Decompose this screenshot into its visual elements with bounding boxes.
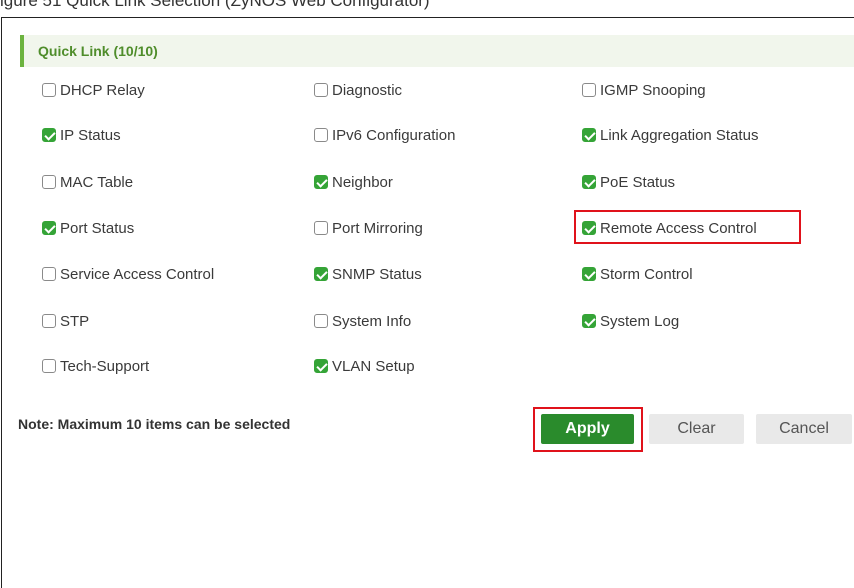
checkbox-checked-icon[interactable]	[42, 128, 56, 142]
checkbox-unchecked-icon[interactable]	[42, 267, 56, 281]
quick-link-link-aggregation-status[interactable]: Link Aggregation Status	[582, 124, 758, 146]
quick-link-label: MAC Table	[60, 173, 134, 191]
quick-link-neighbor[interactable]: Neighbor	[314, 171, 393, 193]
quick-link-storm-control[interactable]: Storm Control	[582, 263, 693, 285]
quick-link-label: IPv6 Configuration	[332, 126, 456, 144]
quick-link-label: IP Status	[60, 126, 121, 144]
quick-link-dhcp-relay[interactable]: DHCP Relay	[42, 79, 145, 101]
quick-link-label: Tech-Support	[60, 357, 150, 375]
checkbox-unchecked-icon[interactable]	[314, 221, 328, 235]
quick-link-igmp-snooping[interactable]: IGMP Snooping	[582, 79, 706, 101]
checkbox-unchecked-icon[interactable]	[42, 83, 56, 97]
checkbox-checked-icon[interactable]	[582, 128, 596, 142]
quick-link-port-status[interactable]: Port Status	[42, 217, 134, 239]
quick-link-label: PoE Status	[600, 173, 676, 191]
quick-link-label: Port Mirroring	[332, 219, 423, 237]
highlight-apply-button	[533, 407, 643, 452]
checkbox-checked-icon[interactable]	[42, 221, 56, 235]
checkbox-checked-icon[interactable]	[314, 267, 328, 281]
quick-link-label: Storm Control	[600, 265, 693, 283]
quick-link-label: VLAN Setup	[332, 357, 415, 375]
checkbox-checked-icon[interactable]	[314, 175, 328, 189]
checkbox-checked-icon[interactable]	[582, 314, 596, 328]
quick-link-vlan-setup[interactable]: VLAN Setup	[314, 355, 415, 377]
quick-link-service-access-control[interactable]: Service Access Control	[42, 263, 214, 285]
quick-link-stp[interactable]: STP	[42, 310, 89, 332]
quick-link-label: System Info	[332, 312, 412, 330]
quick-link-tech-support[interactable]: Tech-Support	[42, 355, 149, 377]
checkbox-checked-icon[interactable]	[582, 175, 596, 189]
checkbox-unchecked-icon[interactable]	[42, 175, 56, 189]
checkbox-unchecked-icon[interactable]	[314, 83, 328, 97]
quick-link-ip-status[interactable]: IP Status	[42, 124, 121, 146]
note-text: Note: Maximum 10 items can be selected	[18, 416, 291, 432]
cancel-button[interactable]: Cancel	[756, 414, 852, 444]
quick-link-label: SNMP Status	[332, 265, 422, 283]
highlight-remote-access-control	[574, 210, 801, 244]
checkbox-unchecked-icon[interactable]	[42, 359, 56, 373]
panel-title: Quick Link (10/10)	[38, 43, 158, 59]
clear-button[interactable]: Clear	[649, 414, 744, 444]
quick-link-label: Link Aggregation Status	[600, 126, 759, 144]
quick-link-label: Diagnostic	[332, 81, 403, 99]
quick-link-label: DHCP Relay	[60, 81, 145, 99]
quick-link-mac-table[interactable]: MAC Table	[42, 171, 133, 193]
quick-link-system-info[interactable]: System Info	[314, 310, 411, 332]
quick-link-label: Neighbor	[332, 173, 393, 191]
checkbox-unchecked-icon[interactable]	[314, 314, 328, 328]
quick-link-diagnostic[interactable]: Diagnostic	[314, 79, 402, 101]
checkbox-unchecked-icon[interactable]	[314, 128, 328, 142]
checkbox-unchecked-icon[interactable]	[42, 314, 56, 328]
quick-link-label: Service Access Control	[60, 265, 215, 283]
quick-link-snmp-status[interactable]: SNMP Status	[314, 263, 422, 285]
checkbox-unchecked-icon[interactable]	[582, 83, 596, 97]
quick-link-poe-status[interactable]: PoE Status	[582, 171, 675, 193]
checkbox-checked-icon[interactable]	[582, 267, 596, 281]
quick-link-label: System Log	[600, 312, 680, 330]
quick-link-system-log[interactable]: System Log	[582, 310, 679, 332]
checkbox-checked-icon[interactable]	[314, 359, 328, 373]
quick-link-ipv6-configuration[interactable]: IPv6 Configuration	[314, 124, 455, 146]
panel-header: Quick Link (10/10)	[20, 35, 854, 67]
quick-link-label: Port Status	[60, 219, 135, 237]
figure-caption: igure 51 Quick Link Selection (ZyNOS Web…	[0, 0, 430, 10]
quick-link-label: IGMP Snooping	[600, 81, 706, 99]
dialog-frame	[1, 17, 854, 588]
quick-link-label: STP	[60, 312, 90, 330]
quick-link-port-mirroring[interactable]: Port Mirroring	[314, 217, 423, 239]
